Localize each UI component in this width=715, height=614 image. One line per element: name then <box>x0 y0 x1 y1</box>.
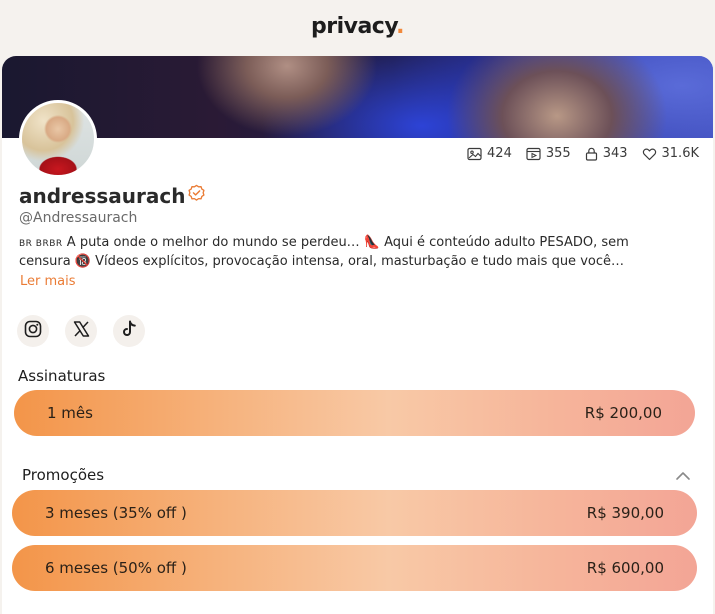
stat-images: 424 <box>467 146 512 161</box>
video-icon <box>526 147 541 161</box>
x-link[interactable] <box>65 315 97 347</box>
plan-label: 3 meses (35% off ) <box>45 504 187 522</box>
plan-6-months-button[interactable]: 6 meses (50% off ) R$ 600,00 <box>12 545 697 591</box>
profile-handle: @Andressaurach <box>19 210 138 226</box>
plan-label: 1 mês <box>47 404 93 422</box>
profile-bio: BR BRBR A puta onde o melhor do mundo se… <box>19 234 679 270</box>
bio-line-1: BR BRBR A puta onde o melhor do mundo se… <box>19 234 679 253</box>
bio-text-1: A puta onde o melhor do mundo se perdeu…… <box>62 235 629 250</box>
stat-images-count: 424 <box>487 146 512 161</box>
stat-videos-count: 355 <box>545 146 571 161</box>
profile-name-text: andressaurach <box>19 184 186 208</box>
lock-icon <box>585 147 598 161</box>
profile-stats: 424 355 343 31.6K <box>467 146 699 161</box>
privacy-logo[interactable]: privacy. <box>310 13 405 39</box>
plan-price: R$ 600,00 <box>586 559 664 577</box>
tiktok-link[interactable] <box>113 315 145 347</box>
bio-line-2: censura 🔞 Vídeos explícitos, provocação … <box>19 254 624 269</box>
plan-3-months-button[interactable]: 3 meses (35% off ) R$ 390,00 <box>12 490 697 536</box>
plan-label: 6 meses (50% off ) <box>45 559 187 577</box>
instagram-link[interactable] <box>17 315 49 347</box>
read-more-link[interactable]: Ler mais <box>20 274 76 289</box>
avatar[interactable] <box>19 100 97 178</box>
stat-likes-count: 31.6K <box>661 146 699 161</box>
verified-badge-icon <box>187 184 206 208</box>
promotions-title: Promoções <box>22 466 105 484</box>
profile-card: 424 355 343 31.6K andressaurach @Andress… <box>2 56 713 614</box>
profile-name: andressaurach <box>19 184 206 208</box>
logo-text: privacy <box>310 13 397 39</box>
heart-icon <box>642 147 657 161</box>
social-links <box>17 315 145 347</box>
instagram-icon <box>24 320 42 342</box>
chevron-up-icon[interactable] <box>675 466 691 485</box>
stat-videos: 355 <box>526 146 571 161</box>
x-icon <box>73 321 90 341</box>
bio-prefix: BR BRBR <box>19 239 63 249</box>
stat-locked-count: 343 <box>602 146 628 161</box>
tiktok-icon <box>121 320 137 342</box>
stat-locked: 343 <box>585 146 628 161</box>
top-bar: privacy. <box>0 0 715 52</box>
image-icon <box>467 147 482 161</box>
cover-banner <box>2 56 713 138</box>
stat-likes: 31.6K <box>642 146 699 161</box>
subscriptions-title: Assinaturas <box>18 367 106 385</box>
plan-price: R$ 200,00 <box>584 404 662 422</box>
logo-dot: . <box>396 13 405 39</box>
plan-1-month-button[interactable]: 1 mês R$ 200,00 <box>14 390 695 436</box>
plan-price: R$ 390,00 <box>586 504 664 522</box>
